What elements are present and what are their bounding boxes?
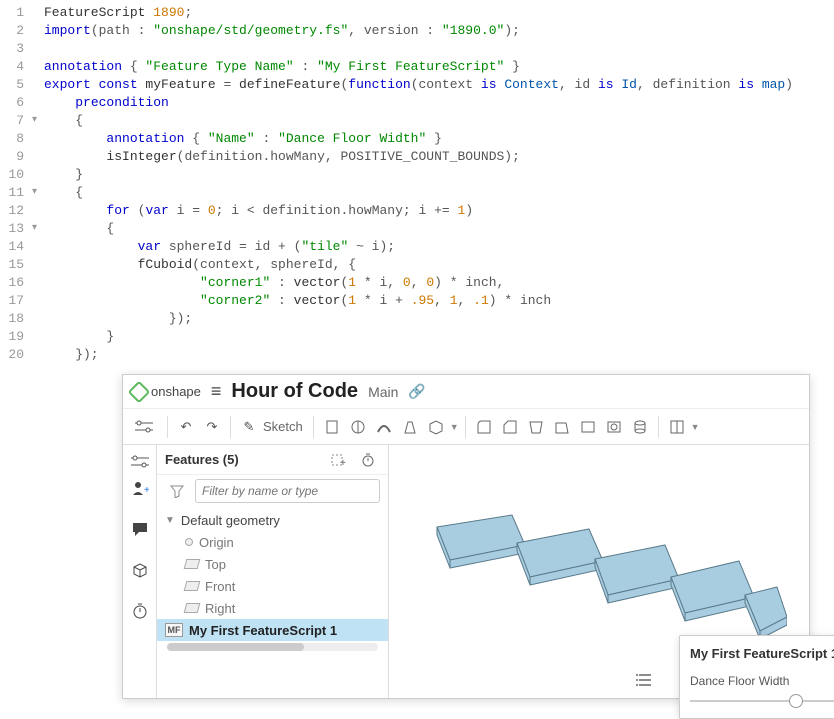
features-title: Features (5) <box>165 452 239 467</box>
param-label: Dance Floor Width <box>690 674 834 688</box>
code-line[interactable]: 17 "corner2" : vector(1 * i + .95, 1, .1… <box>0 292 834 310</box>
code-line[interactable]: 13▾ { <box>0 220 834 238</box>
origin-icon <box>185 538 193 546</box>
code-line[interactable]: 19 } <box>0 328 834 346</box>
section-icon[interactable] <box>665 415 689 439</box>
branch-label[interactable]: Main <box>368 384 398 400</box>
tree-group-default-geometry[interactable]: ▼ Default geometry <box>157 509 388 531</box>
brand-logo: onshape <box>131 384 201 400</box>
model-tiles <box>417 505 787 655</box>
plane-icon <box>184 603 201 613</box>
toolbar: ↶ ↷ ✎ Sketch ▼ ▼ <box>123 409 809 445</box>
feature-tag: MF <box>165 623 183 637</box>
fillet-icon[interactable] <box>472 415 496 439</box>
timer-icon[interactable] <box>131 602 149 625</box>
chevron-down-icon[interactable]: ▼ <box>450 422 459 432</box>
chevron-down-icon: ▼ <box>165 515 175 526</box>
sketch-pencil-icon[interactable]: ✎ <box>237 415 261 439</box>
insert-icon[interactable]: + <box>326 448 350 472</box>
loft-icon[interactable] <box>398 415 422 439</box>
dialog-title: My First FeatureScript 1 <box>690 646 834 661</box>
svg-text:+: + <box>144 485 149 496</box>
code-editor[interactable]: 1FeatureScript 1890;2import(path : "onsh… <box>0 0 834 368</box>
code-line[interactable]: 15 fCuboid(context, sphereId, { <box>0 256 834 274</box>
rollback-timer-icon[interactable] <box>356 448 380 472</box>
tree-item-top[interactable]: Top <box>157 553 388 575</box>
tree-item-origin[interactable]: Origin <box>157 531 388 553</box>
code-line[interactable]: 2import(path : "onshape/std/geometry.fs"… <box>0 22 834 40</box>
code-line[interactable]: 10 } <box>0 166 834 184</box>
tree-group-label: Default geometry <box>181 513 280 528</box>
code-line[interactable]: 1FeatureScript 1890; <box>0 4 834 22</box>
plane-icon <box>184 581 201 591</box>
code-line[interactable]: 16 "corner1" : vector(1 * i, 0, 0) * inc… <box>0 274 834 292</box>
code-line[interactable]: 14 var sphereId = id + ("tile" ~ i); <box>0 238 834 256</box>
sweep-icon[interactable] <box>372 415 396 439</box>
settings-icon[interactable] <box>127 415 161 439</box>
code-line[interactable]: 5export const myFeature = defineFeature(… <box>0 76 834 94</box>
shell-icon[interactable] <box>550 415 574 439</box>
logo-icon <box>128 380 151 403</box>
code-line[interactable]: 8 annotation { "Name" : "Dance Floor Wid… <box>0 130 834 148</box>
draft-icon[interactable] <box>524 415 548 439</box>
chat-icon[interactable] <box>131 520 149 543</box>
code-line[interactable]: 9 isInteger(definition.howMany, POSITIVE… <box>0 148 834 166</box>
code-line[interactable]: 3 <box>0 40 834 58</box>
rib-icon[interactable] <box>576 415 600 439</box>
code-line[interactable]: 7▾ { <box>0 112 834 130</box>
code-line[interactable]: 20 }); <box>0 346 834 364</box>
undo-button[interactable]: ↶ <box>174 415 198 439</box>
list-view-icon[interactable] <box>636 671 654 692</box>
left-rail: + <box>123 445 157 698</box>
brand-text: onshape <box>151 384 201 399</box>
redo-button[interactable]: ↷ <box>200 415 224 439</box>
sketch-label[interactable]: Sketch <box>263 419 303 434</box>
chevron-down-icon[interactable]: ▼ <box>691 422 700 432</box>
thicken-icon[interactable] <box>424 415 448 439</box>
feature-dialog: My First FeatureScript 1 ✓ ✕ Dance Floor… <box>679 635 834 719</box>
code-line[interactable]: 11▾ { <box>0 184 834 202</box>
link-icon[interactable]: 🔗 <box>408 383 425 400</box>
feature-label: My First FeatureScript 1 <box>189 623 337 638</box>
menu-icon[interactable]: ≡ <box>211 381 222 402</box>
features-header: Features (5) + <box>157 445 388 475</box>
features-panel: Features (5) + ▼ Default geometry Origin… <box>157 445 389 698</box>
code-line[interactable]: 4annotation { "Feature Type Name" : "My … <box>0 58 834 76</box>
revolve-icon[interactable] <box>346 415 370 439</box>
code-line[interactable]: 6 precondition <box>0 94 834 112</box>
code-line[interactable]: 18 }); <box>0 310 834 328</box>
feature-tree[interactable]: ▼ Default geometry Origin Top Front Righ… <box>157 507 388 663</box>
document-title[interactable]: Hour of Code <box>231 380 358 403</box>
pattern-icon[interactable] <box>628 415 652 439</box>
tree-item-front[interactable]: Front <box>157 575 388 597</box>
extrude-icon[interactable] <box>320 415 344 439</box>
hole-icon[interactable] <box>602 415 626 439</box>
tree-item-right[interactable]: Right <box>157 597 388 619</box>
rail-settings-icon[interactable] <box>123 445 157 479</box>
cube-icon[interactable] <box>131 561 149 584</box>
filter-icon[interactable] <box>165 479 189 503</box>
filter-input[interactable] <box>195 479 380 503</box>
tree-item-my-first-featurescript[interactable]: MF My First FeatureScript 1 <box>157 619 388 641</box>
code-line[interactable]: 12 for (var i = 0; i < definition.howMan… <box>0 202 834 220</box>
tree-scrollbar[interactable] <box>167 643 378 651</box>
plane-icon <box>184 559 201 569</box>
3d-viewport[interactable]: My First FeatureScript 1 ✓ ✕ Dance Floor… <box>389 445 809 698</box>
svg-text:+: + <box>340 458 346 468</box>
chamfer-icon[interactable] <box>498 415 522 439</box>
add-person-icon[interactable]: + <box>131 479 149 502</box>
app-header: onshape ≡ Hour of Code Main 🔗 <box>123 375 809 409</box>
onshape-window: onshape ≡ Hour of Code Main 🔗 ↶ ↷ ✎ Sket… <box>122 374 810 699</box>
